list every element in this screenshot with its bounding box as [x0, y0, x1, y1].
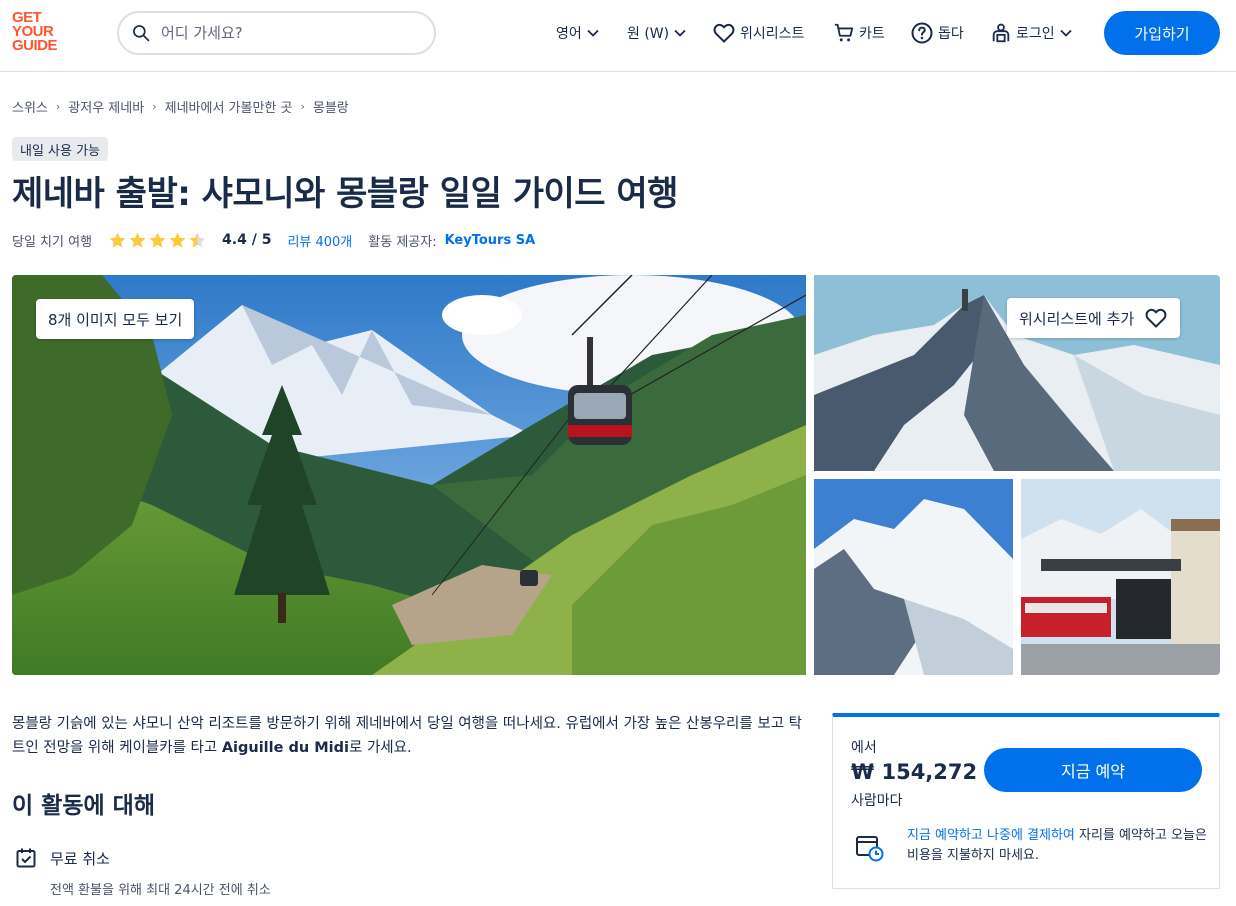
price-value: ₩ 154,272 — [851, 760, 978, 784]
provider-label: 활동 제공자: — [368, 234, 437, 250]
reserve-now-pay-later: 지금 예약하고 나중에 결제하여 자리를 예약하고 오늘은 비용을 지불하지 마… — [907, 828, 1207, 863]
heart-icon — [1145, 308, 1167, 328]
see-all-images-button[interactable]: 8개 이미지 모두 보기 — [36, 299, 195, 339]
star-icon — [169, 232, 186, 248]
chevron-right-icon: › — [55, 99, 61, 113]
rating-stars — [108, 231, 208, 250]
activity-description: 몽블랑 기슭에 있는 샤모니 산악 리조트를 방문하기 위해 제네바에서 당일 … — [12, 716, 802, 756]
star-icon — [149, 232, 166, 248]
feature-subtitle: 전액 환불을 위해 최대 24시간 전에 취소 — [50, 883, 271, 898]
add-to-wishlist-button[interactable]: 위시리스트에 추가 — [1007, 298, 1181, 338]
price-from-label: 에서 — [851, 740, 877, 756]
breadcrumb-item[interactable]: 스위스 — [12, 97, 48, 116]
chevron-down-icon — [1060, 29, 1072, 37]
chevron-right-icon: › — [152, 99, 157, 113]
wishlist-link[interactable]: 위시리스트 — [712, 20, 808, 46]
breadcrumb: 스위스 › 광저우 제네바 › 제네바에서 가볼만한 곳 › 몽블랑 — [12, 96, 349, 116]
activity-type: 당일 치기 여행 — [12, 234, 93, 250]
star-icon — [109, 232, 126, 248]
traveler-icon — [992, 23, 1010, 43]
activity-meta: 당일 치기 여행 4.4 / 5 리뷰 400개 활동 제공자: KeyTour… — [12, 229, 535, 251]
availability-badge: 내일 사용 가능 — [12, 137, 109, 161]
free-cancellation-feature: 무료 취소 — [14, 846, 110, 870]
about-heading: 이 활동에 대해 — [12, 793, 155, 819]
cart-icon — [834, 23, 854, 42]
help-icon — [911, 22, 933, 44]
breadcrumb-item[interactable]: 광저우 제네바 — [68, 97, 144, 116]
language-selector[interactable]: 영어 — [556, 20, 600, 46]
star-half-icon — [189, 232, 206, 248]
breadcrumb-item[interactable]: 몽블랑 — [313, 97, 349, 116]
help-link[interactable]: 돕다 — [910, 20, 968, 46]
search-box[interactable] — [117, 11, 436, 55]
top-header: GET YOUR GUIDE 영어 원 (W) 위시리스트 카트 돕다 로그인 … — [0, 0, 1236, 72]
booking-card: 에서 ₩ 154,272 사람마다 지금 예약 지금 예약하고 나중에 결제하여… — [832, 713, 1220, 889]
chevron-right-icon: › — [300, 99, 305, 113]
feature-title: 무료 취소 — [50, 849, 110, 868]
photo-montenvers-train[interactable] — [1021, 479, 1220, 675]
getyourguide-logo[interactable]: GET YOUR GUIDE — [12, 10, 70, 57]
search-icon — [133, 25, 150, 42]
photo-mont-blanc-snow[interactable] — [814, 479, 1013, 675]
heart-icon — [713, 23, 735, 43]
chevron-down-icon — [674, 29, 686, 37]
page-title: 제네바 출발: 샤모니와 몽블랑 일일 가이드 여행 — [12, 174, 678, 214]
reviews-link[interactable]: 리뷰 400개 — [287, 231, 352, 250]
chevron-down-icon — [587, 29, 599, 37]
breadcrumb-item[interactable]: 제네바에서 가볼만한 곳 — [165, 97, 293, 116]
price-per-person: 사람마다 — [851, 793, 903, 809]
currency-selector[interactable]: 원 (W) — [627, 20, 687, 46]
calendar-clock-icon — [856, 836, 884, 862]
cart-link[interactable]: 카트 — [833, 20, 889, 46]
signup-button[interactable]: 가입하기 — [1104, 11, 1220, 55]
provider-link[interactable]: KeyTours SA — [445, 233, 536, 248]
calendar-check-icon — [16, 848, 36, 868]
rating-value: 4.4 / 5 — [222, 232, 272, 248]
search-input[interactable] — [161, 24, 401, 42]
star-icon — [129, 232, 146, 248]
book-now-button[interactable]: 지금 예약 — [984, 748, 1202, 792]
login-menu[interactable]: 로그인 — [990, 20, 1073, 46]
